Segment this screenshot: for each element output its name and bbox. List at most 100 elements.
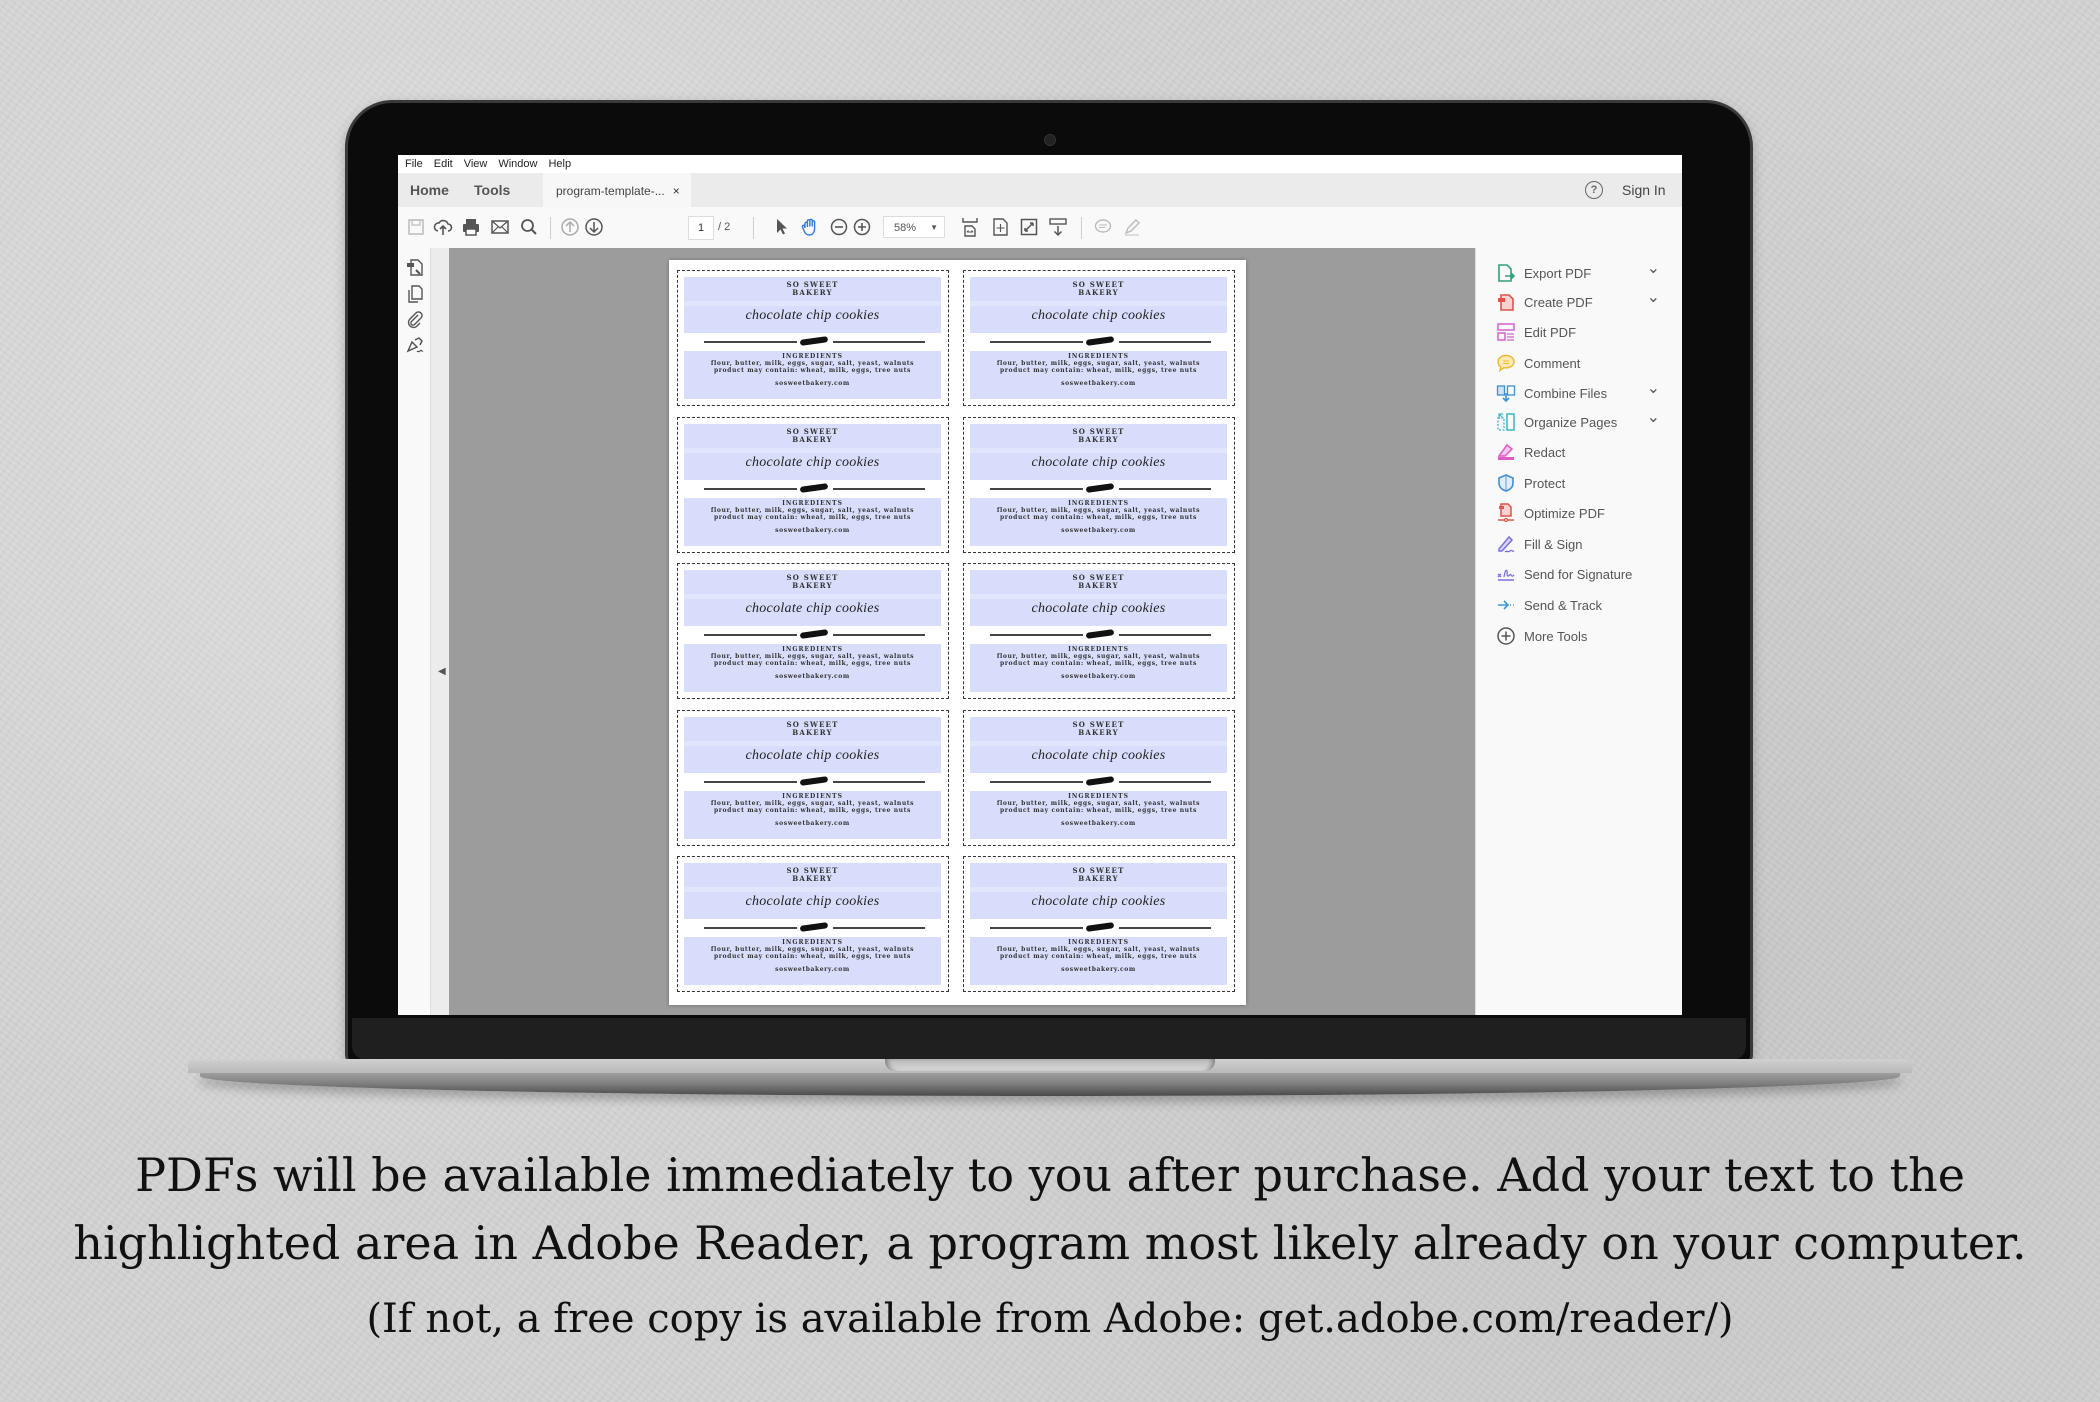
save-icon[interactable] bbox=[404, 215, 428, 239]
scroll-mode-icon[interactable] bbox=[1046, 215, 1070, 239]
chevron-down-icon[interactable]: ⌄ bbox=[1647, 287, 1660, 307]
label-header-field[interactable]: SO SWEET BAKERY chocolate chip cookies bbox=[970, 423, 1227, 480]
label-ingredients-heading: INGREDIENTS bbox=[782, 499, 843, 507]
menu-help[interactable]: Help bbox=[548, 158, 571, 170]
email-icon[interactable] bbox=[488, 215, 512, 239]
copy-pages-icon[interactable] bbox=[405, 284, 425, 304]
label-website: sosweetbakery.com bbox=[775, 380, 850, 387]
hand-tool-icon[interactable] bbox=[798, 215, 822, 239]
tool-comment[interactable]: Comment bbox=[1496, 352, 1676, 374]
tool-protect[interactable]: Protect bbox=[1496, 472, 1676, 494]
tool-create-pdf[interactable]: Create PDF ⌄ bbox=[1496, 289, 1676, 313]
chevron-down-icon[interactable]: ⌄ bbox=[1647, 407, 1660, 427]
label-header-field[interactable]: SO SWEET BAKERY chocolate chip cookies bbox=[970, 863, 1227, 919]
help-icon[interactable]: ? bbox=[1585, 181, 1603, 199]
label-ingredients-heading: INGREDIENTS bbox=[1068, 353, 1129, 360]
menu-view[interactable]: View bbox=[464, 158, 488, 170]
label-product-name: chocolate chip cookies bbox=[745, 454, 880, 470]
fit-page-icon[interactable] bbox=[988, 215, 1012, 239]
left-panel-collapse-strip[interactable]: ◀ bbox=[431, 248, 449, 1015]
upload-cloud-icon[interactable] bbox=[431, 215, 455, 239]
full-screen-icon[interactable] bbox=[1017, 215, 1041, 239]
laptop-base-shadow bbox=[200, 1072, 1900, 1096]
divider-rule bbox=[833, 927, 925, 929]
tool-more-tools[interactable]: More Tools bbox=[1496, 625, 1676, 647]
divider-rule bbox=[990, 487, 1083, 490]
tool-optimize-pdf[interactable]: Optimize PDF bbox=[1496, 502, 1676, 524]
zoom-in-icon[interactable] bbox=[850, 215, 874, 239]
tab-tools[interactable]: Tools bbox=[474, 173, 510, 207]
label-ingredients-field[interactable]: INGREDIENTS flour, butter, milk, eggs, s… bbox=[970, 937, 1227, 985]
chevron-down-icon[interactable]: ⌄ bbox=[1647, 258, 1660, 278]
label-allergens: product may contain: wheat, milk, eggs, … bbox=[1000, 513, 1197, 521]
label-ingredients-field[interactable]: INGREDIENTS flour, butter, milk, eggs, s… bbox=[970, 790, 1227, 839]
label-ingredients-field[interactable]: INGREDIENTS flour, butter, milk, eggs, s… bbox=[970, 497, 1227, 546]
page-thumbnails-icon[interactable] bbox=[405, 258, 425, 278]
label-ingredients-field[interactable]: INGREDIENTS flour, butter, milk, eggs, s… bbox=[970, 351, 1227, 399]
label-ingredients-field[interactable]: INGREDIENTS flour, butter, milk, eggs, s… bbox=[970, 644, 1227, 692]
tool-send-track[interactable]: Send & Track bbox=[1496, 594, 1676, 616]
search-icon[interactable] bbox=[517, 215, 541, 239]
tool-export-pdf[interactable]: Export PDF ⌄ bbox=[1496, 260, 1676, 284]
close-tab-icon[interactable]: × bbox=[673, 184, 680, 198]
laptop-bezel-chin bbox=[352, 1018, 1746, 1060]
label-ingredients-field[interactable]: INGREDIENTS flour, butter, milk, eggs, s… bbox=[684, 497, 941, 546]
menu-window[interactable]: Window bbox=[498, 158, 537, 170]
label-band bbox=[970, 301, 1227, 306]
label-brand: SO SWEET BAKERY bbox=[970, 281, 1227, 297]
tool-label: Edit PDF bbox=[1524, 324, 1577, 340]
label-header-field[interactable]: SO SWEET BAKERY chocolate chip cookies bbox=[970, 716, 1227, 773]
page-up-icon[interactable] bbox=[558, 215, 582, 239]
product-label: SO SWEET BAKERY chocolate chip cookies I… bbox=[963, 416, 1235, 553]
select-cursor-icon[interactable] bbox=[769, 215, 793, 239]
tool-label: Organize Pages bbox=[1524, 414, 1618, 430]
comment-icon[interactable] bbox=[1091, 215, 1115, 239]
tool-fill-sign[interactable]: Fill & Sign bbox=[1496, 533, 1676, 555]
label-header-field[interactable]: SO SWEET BAKERY chocolate chip cookies bbox=[684, 423, 941, 480]
product-label: SO SWEET BAKERY chocolate chip cookies I… bbox=[677, 856, 949, 992]
label-website: sosweetbakery.com bbox=[775, 526, 850, 534]
label-ingredients-field[interactable]: INGREDIENTS flour, butter, milk, eggs, s… bbox=[684, 790, 941, 839]
label-header-field[interactable]: SO SWEET BAKERY chocolate chip cookies bbox=[684, 716, 941, 773]
collapse-left-icon[interactable]: ◀ bbox=[438, 666, 446, 677]
tool-organize-pages[interactable]: Organize Pages ⌄ bbox=[1496, 409, 1676, 433]
tab-home[interactable]: Home bbox=[410, 173, 449, 207]
label-ingredients-field[interactable]: INGREDIENTS flour, butter, milk, eggs, s… bbox=[684, 937, 941, 985]
zoom-level-dropdown[interactable]: 58% ▼ bbox=[883, 216, 945, 238]
label-header-field[interactable]: SO SWEET BAKERY chocolate chip cookies bbox=[970, 277, 1227, 333]
label-header-field[interactable]: SO SWEET BAKERY chocolate chip cookies bbox=[684, 570, 941, 626]
sign-in-button[interactable]: Sign In bbox=[1622, 173, 1666, 207]
more-tools-icon bbox=[1496, 626, 1516, 646]
tool-send-for-signature[interactable]: Send for Signature bbox=[1496, 563, 1676, 585]
label-header-field[interactable]: SO SWEET BAKERY chocolate chip cookies bbox=[684, 277, 941, 333]
fit-width-icon[interactable] bbox=[958, 215, 982, 239]
divider-rule bbox=[833, 487, 925, 490]
menu-edit[interactable]: Edit bbox=[434, 158, 453, 170]
label-ingredients-list: flour, butter, milk, eggs, sugar, salt, … bbox=[710, 360, 915, 367]
acrobat-reader-window: File Edit View Window Help Home Tools pr… bbox=[398, 155, 1682, 1015]
zoom-out-icon[interactable] bbox=[827, 215, 851, 239]
label-website: sosweetbakery.com bbox=[1061, 966, 1136, 973]
attachment-icon[interactable] bbox=[405, 309, 425, 329]
highlight-pen-icon[interactable] bbox=[1120, 215, 1144, 239]
document-viewer[interactable]: SO SWEET BAKERY chocolate chip cookies I… bbox=[449, 248, 1475, 1015]
signature-pen-icon[interactable] bbox=[405, 335, 425, 355]
label-ingredients-field[interactable]: INGREDIENTS flour, butter, milk, eggs, s… bbox=[684, 351, 941, 399]
page-down-icon[interactable] bbox=[582, 215, 606, 239]
tab-document[interactable]: program-template-... × bbox=[543, 173, 691, 208]
page-number-input[interactable]: 1 bbox=[688, 216, 714, 240]
label-website: sosweetbakery.com bbox=[775, 673, 850, 680]
label-header-field[interactable]: SO SWEET BAKERY chocolate chip cookies bbox=[970, 570, 1227, 626]
webcam bbox=[1044, 134, 1056, 146]
redact-icon bbox=[1496, 442, 1516, 462]
print-icon[interactable] bbox=[459, 215, 483, 239]
tool-edit-pdf[interactable]: Edit PDF bbox=[1496, 321, 1676, 343]
label-header-field[interactable]: SO SWEET BAKERY chocolate chip cookies bbox=[684, 863, 941, 919]
document-tab-title: program-template-... bbox=[556, 183, 665, 198]
chevron-down-icon[interactable]: ⌄ bbox=[1647, 378, 1660, 398]
tool-combine-files[interactable]: Combine Files ⌄ bbox=[1496, 380, 1676, 404]
label-ingredients-field[interactable]: INGREDIENTS flour, butter, milk, eggs, s… bbox=[684, 644, 941, 692]
tool-redact[interactable]: Redact bbox=[1496, 441, 1676, 463]
label-product-name: chocolate chip cookies bbox=[1031, 454, 1166, 470]
menu-file[interactable]: File bbox=[405, 158, 423, 170]
